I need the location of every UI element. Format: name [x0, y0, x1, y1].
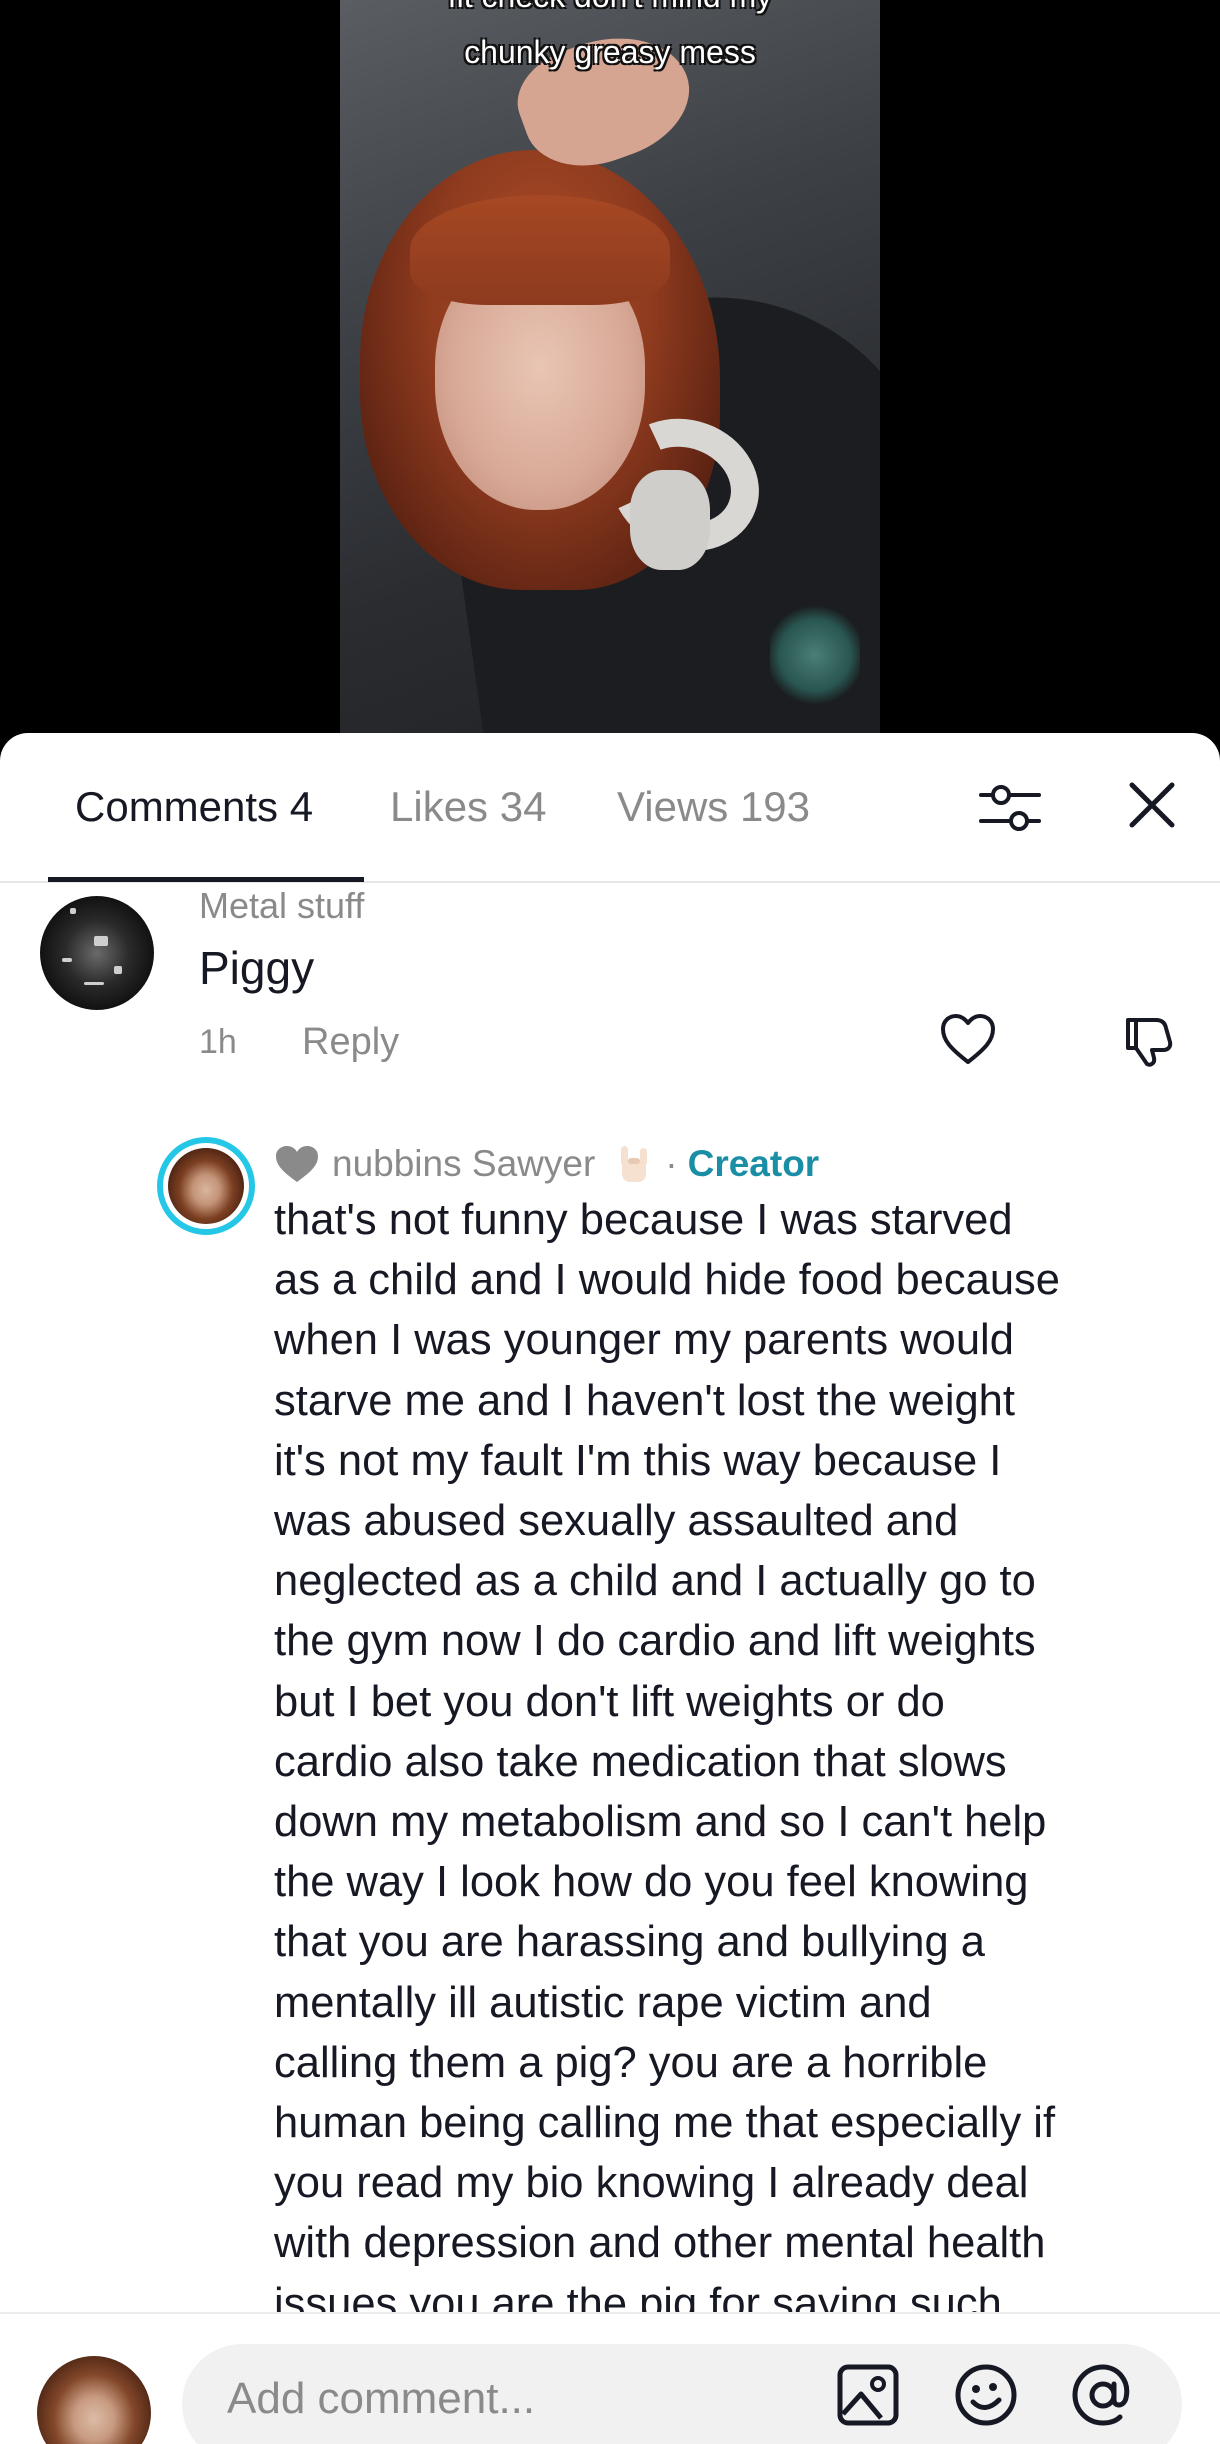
reply-line: human being calling me that especially i… — [274, 2099, 1056, 2148]
avatar — [168, 1148, 244, 1224]
creator-avatar[interactable] — [157, 1137, 255, 1235]
reply-line: mentally ill autistic rape victim and — [274, 1978, 932, 2027]
reply-username[interactable]: nubbins Sawyer — [332, 1143, 595, 1185]
video-frame[interactable]: fit check don't mind my chunky greasy me… — [340, 0, 880, 760]
emoji-icon[interactable] — [953, 2362, 1019, 2428]
rock-on-hand-emoji — [621, 1146, 648, 1182]
reply-header: nubbins Sawyer · Creator — [274, 1142, 819, 1186]
heart-outline-icon[interactable] — [938, 1010, 998, 1070]
tab-views[interactable]: Views 193 — [617, 783, 810, 831]
tab-likes[interactable]: Likes 34 — [390, 783, 546, 831]
reply-line: as a child and I would hide food because — [274, 1256, 1060, 1305]
heart-filled-icon — [276, 1146, 318, 1182]
video-area[interactable]: fit check don't mind my chunky greasy me… — [0, 0, 1220, 760]
comment-username[interactable]: Metal stuff — [199, 885, 364, 927]
reply-line: was abused sexually assaulted and — [274, 1497, 959, 1546]
reply-line: neglected as a child and I actually go t… — [274, 1557, 1036, 1606]
reply-line: but I bet you don't lift weights or do — [274, 1677, 945, 1726]
reply-text: that's not funny because I was starved a… — [274, 1190, 1194, 2334]
close-icon[interactable] — [1120, 773, 1184, 837]
reply-line: down my metabolism and so I can't help — [274, 1798, 1047, 1847]
video-headphone-cup — [630, 470, 710, 570]
reply-line: cardio also take medication that slows — [274, 1737, 1007, 1786]
sheet-tabs: Comments 4 Likes 34 Views 193 — [0, 733, 1220, 883]
reply-button[interactable]: Reply — [302, 1021, 399, 1064]
separator-dot: · — [665, 1143, 678, 1184]
creator-badge: Creator — [687, 1143, 820, 1184]
comment-text: Piggy — [199, 942, 315, 994]
reply-line: the gym now I do cardio and lift weights — [274, 1617, 1036, 1666]
reply-line: that's not funny because I was starved — [274, 1196, 1013, 1244]
avatar[interactable] — [40, 896, 154, 1010]
reply-line: with depression and other mental health — [274, 2219, 1046, 2268]
image-icon[interactable] — [835, 2362, 901, 2428]
reply-line: you read my bio knowing I already deal — [274, 2159, 1029, 2208]
reply-line: calling them a pig? you are a horrible — [274, 2038, 988, 2087]
reply-line: that you are harassing and bullying a — [274, 1918, 985, 1967]
video-person-bangs — [410, 195, 670, 305]
reply-line: it's not my fault I'm this way because I — [274, 1436, 1002, 1485]
reply-line: the way I look how do you feel knowing — [274, 1858, 1029, 1907]
at-sign-icon[interactable] — [1070, 2362, 1136, 2428]
avatar[interactable] — [37, 2356, 151, 2444]
add-comment-input[interactable] — [182, 2344, 1182, 2444]
video-caption-line-2: chunky greasy mess — [464, 34, 756, 70]
reply-line: starve me and I haven't lost the weight — [274, 1376, 1015, 1425]
comment-composer — [0, 2312, 1220, 2444]
thumbs-down-icon[interactable] — [1120, 1010, 1180, 1070]
active-tab-indicator — [48, 877, 364, 882]
tab-comments[interactable]: Comments 4 — [75, 783, 313, 831]
reply-line: when I was younger my parents would — [274, 1316, 1014, 1365]
sliders-icon[interactable] — [975, 773, 1045, 843]
video-shirt-graphic — [770, 600, 860, 710]
video-caption-line-1: fit check don't mind my — [340, 0, 880, 15]
comment-time: 1h — [199, 1023, 237, 1061]
